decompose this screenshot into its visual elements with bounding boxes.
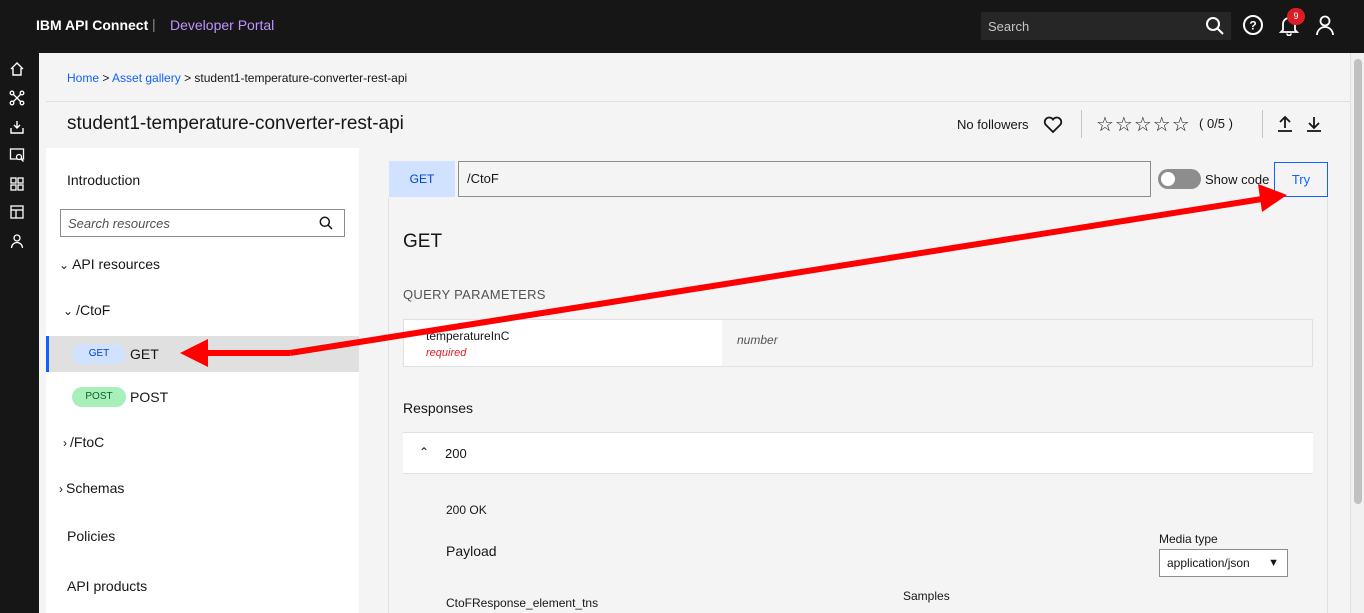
title-row-divider	[1081, 110, 1082, 138]
operation-method-tag: GET	[389, 161, 455, 197]
breadcrumb-current: student1-temperature-converter-rest-api	[194, 71, 408, 85]
chevron-right-icon: ›	[63, 436, 67, 450]
breadcrumb-separator: >	[180, 71, 195, 85]
user-profile-icon[interactable]	[1314, 14, 1338, 38]
sidebar-item-api-products[interactable]: API products	[67, 578, 147, 594]
schema-name: CtoFResponse_element_tns	[446, 596, 599, 610]
search-icon[interactable]	[1205, 16, 1225, 41]
response-code: 200	[445, 446, 467, 461]
search-icon[interactable]	[319, 216, 333, 235]
global-search-input[interactable]	[981, 12, 1201, 40]
resource-search[interactable]	[60, 209, 345, 237]
parameter-name-cell: temperatureInC required	[404, 320, 722, 366]
sidebar-item-policies[interactable]: Policies	[67, 528, 115, 544]
dashboard-icon[interactable]	[9, 204, 25, 220]
show-code-label: Show code	[1205, 172, 1270, 187]
chevron-right-icon: ›	[59, 482, 63, 496]
apps-grid-icon[interactable]	[9, 176, 25, 192]
search-list-icon[interactable]	[9, 147, 25, 163]
response-description: 200 OK	[446, 503, 487, 517]
sidebar-item-ftoc[interactable]: ›/FtoC	[63, 434, 104, 450]
portal-name[interactable]: Developer Portal	[170, 17, 274, 33]
operation-path-field: /CtoF	[458, 161, 1151, 197]
sidebar-item-label: API resources	[72, 256, 160, 272]
sidebar-item-label: POST	[130, 389, 169, 405]
media-type-value: application/json	[1167, 556, 1250, 570]
payload-label: Payload	[446, 543, 497, 559]
media-type-select[interactable]: application/json ▼	[1159, 549, 1288, 577]
chevron-down-icon: ⌄	[59, 258, 70, 272]
title-row-divider	[1262, 110, 1263, 138]
download-tray-icon[interactable]	[9, 119, 25, 135]
breadcrumb-separator: >	[99, 71, 113, 85]
resource-sidebar: Introduction ⌄API resources ⌄/CtoF GET G…	[46, 148, 359, 613]
brand-name[interactable]: IBM API Connect	[36, 17, 148, 33]
parameter-row: temperatureInC required number	[403, 319, 1313, 367]
toggle-knob	[1161, 172, 1175, 186]
svg-text:?: ?	[1249, 19, 1256, 33]
api-network-icon[interactable]	[9, 90, 25, 106]
parameter-required-label: required	[426, 347, 467, 359]
brand-separator: |	[152, 16, 156, 32]
try-button[interactable]: Try	[1274, 162, 1328, 197]
breadcrumb: Home > Asset gallery > student1-temperat…	[67, 71, 407, 85]
breadcrumb-home-link[interactable]: Home	[67, 71, 99, 85]
scrollbar-thumb[interactable]	[1354, 59, 1362, 504]
sidebar-item-label: GET	[130, 346, 159, 362]
download-icon[interactable]	[1305, 115, 1323, 138]
sidebar-item-label: Schemas	[66, 480, 125, 496]
rating-value: ( 0/5 )	[1199, 116, 1233, 131]
top-bar: IBM API Connect | Developer Portal ? 9	[0, 0, 1364, 53]
show-code-toggle[interactable]	[1158, 169, 1201, 189]
breadcrumb-asset-gallery-link[interactable]: Asset gallery	[112, 71, 181, 85]
caret-down-icon: ▼	[1268, 557, 1279, 569]
user-icon[interactable]	[9, 233, 25, 249]
resource-search-input[interactable]	[61, 210, 311, 236]
page-scrollbar[interactable]	[1350, 53, 1364, 613]
help-icon[interactable]: ?	[1242, 14, 1266, 38]
media-type-label: Media type	[1159, 532, 1218, 546]
parameter-type: number	[737, 333, 778, 347]
sidebar-item-schemas[interactable]: › Schemas	[59, 480, 124, 496]
chevron-down-icon: ⌄	[63, 304, 74, 318]
notification-badge: 9	[1287, 8, 1305, 25]
global-search[interactable]	[981, 12, 1231, 40]
home-icon[interactable]	[9, 61, 25, 77]
query-parameters-heading: QUERY PARAMETERS	[403, 287, 546, 302]
get-method-pill: GET	[72, 344, 126, 364]
response-200-row[interactable]: ⌃ 200	[403, 432, 1313, 474]
left-nav-rail	[0, 53, 39, 613]
sidebar-item-api-resources[interactable]: ⌄ API resources	[59, 256, 160, 272]
upload-icon[interactable]	[1276, 115, 1294, 138]
samples-label: Samples	[903, 589, 950, 603]
sidebar-item-label: /FtoC	[70, 434, 105, 450]
responses-heading: Responses	[403, 400, 474, 416]
follow-heart-icon[interactable]	[1043, 116, 1063, 139]
sidebar-item-label: /CtoF	[76, 302, 111, 318]
sidebar-item-ctof-get[interactable]: GET GET	[46, 336, 359, 372]
rating-stars[interactable]: ☆☆☆☆☆	[1096, 112, 1191, 137]
page-title: student1-temperature-converter-rest-api	[67, 113, 404, 134]
sidebar-item-introduction[interactable]: Introduction	[67, 172, 140, 188]
post-method-pill: POST	[72, 387, 126, 407]
followers-count: No followers	[957, 117, 1029, 132]
sidebar-item-ctof[interactable]: ⌄/CtoF	[63, 302, 110, 318]
parameter-name: temperatureInC	[426, 329, 510, 343]
header-divider	[46, 101, 1350, 102]
chevron-up-icon[interactable]: ⌃	[419, 445, 429, 459]
operation-title: GET	[403, 231, 443, 252]
